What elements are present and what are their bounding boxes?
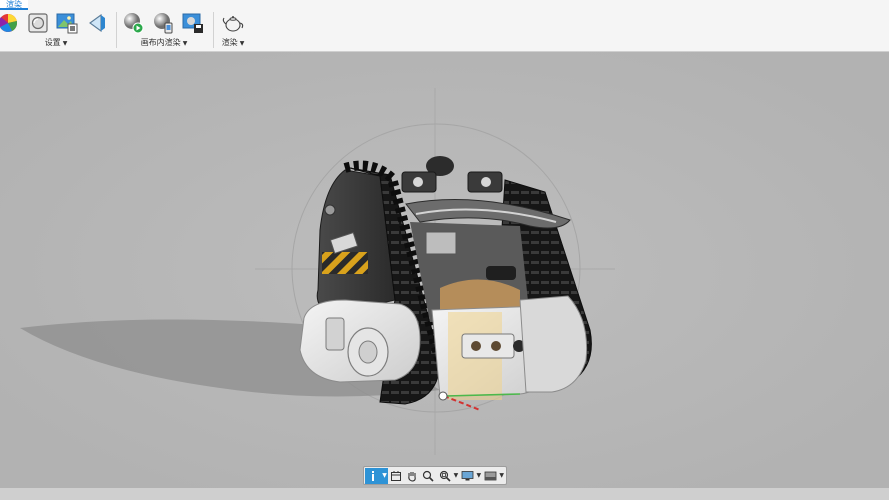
environment-image-icon[interactable]	[56, 12, 78, 34]
navigation-bar: ▼ ▼ ▼ ▼	[363, 466, 507, 485]
view-cube-icon[interactable]	[388, 468, 404, 484]
in-canvas-render-group: 画布内渲染 ▼	[118, 11, 210, 51]
zoom-dropdown-icon[interactable]: ▼	[453, 468, 460, 484]
3d-viewport[interactable]	[0, 52, 889, 488]
scene-settings-icon[interactable]	[27, 12, 49, 34]
render-group-label[interactable]: 渲染 ▼	[216, 37, 250, 48]
render-teapot-icon[interactable]	[222, 12, 244, 34]
settings-group-label[interactable]: 设置 ▼	[0, 37, 112, 48]
status-strip	[0, 488, 889, 500]
navigation-bar-active-dropdown-icon[interactable]: ▼	[381, 467, 388, 484]
render-group: 渲染 ▼	[216, 11, 250, 51]
display-dropdown-icon[interactable]: ▼	[475, 468, 482, 484]
render-start-icon[interactable]	[122, 12, 144, 34]
ribbon-separator	[116, 12, 117, 48]
pan-hand-icon[interactable]	[404, 468, 420, 484]
render-save-icon[interactable]	[182, 12, 204, 34]
navigation-bar-active-icon[interactable]	[365, 467, 382, 484]
tab-render[interactable]: 渲染	[0, 0, 28, 10]
zoom-window-icon[interactable]	[436, 468, 452, 484]
tracked-robot-model[interactable]	[0, 52, 889, 488]
render-options-icon[interactable]	[152, 12, 174, 34]
ribbon-toolbar: 渲染 设置 ▼ 画布内渲染 ▼ 渲染 ▼	[0, 0, 889, 52]
zoom-icon[interactable]	[420, 468, 436, 484]
in-canvas-render-label[interactable]: 画布内渲染 ▼	[118, 37, 210, 48]
ribbon-separator	[213, 12, 214, 48]
decal-icon[interactable]	[86, 12, 108, 34]
settings-group: 设置 ▼	[0, 11, 112, 51]
environment-display-icon[interactable]	[482, 468, 498, 484]
environment-dropdown-icon[interactable]: ▼	[498, 468, 505, 484]
display-settings-icon[interactable]	[459, 468, 475, 484]
color-wheel-icon[interactable]	[0, 12, 19, 34]
